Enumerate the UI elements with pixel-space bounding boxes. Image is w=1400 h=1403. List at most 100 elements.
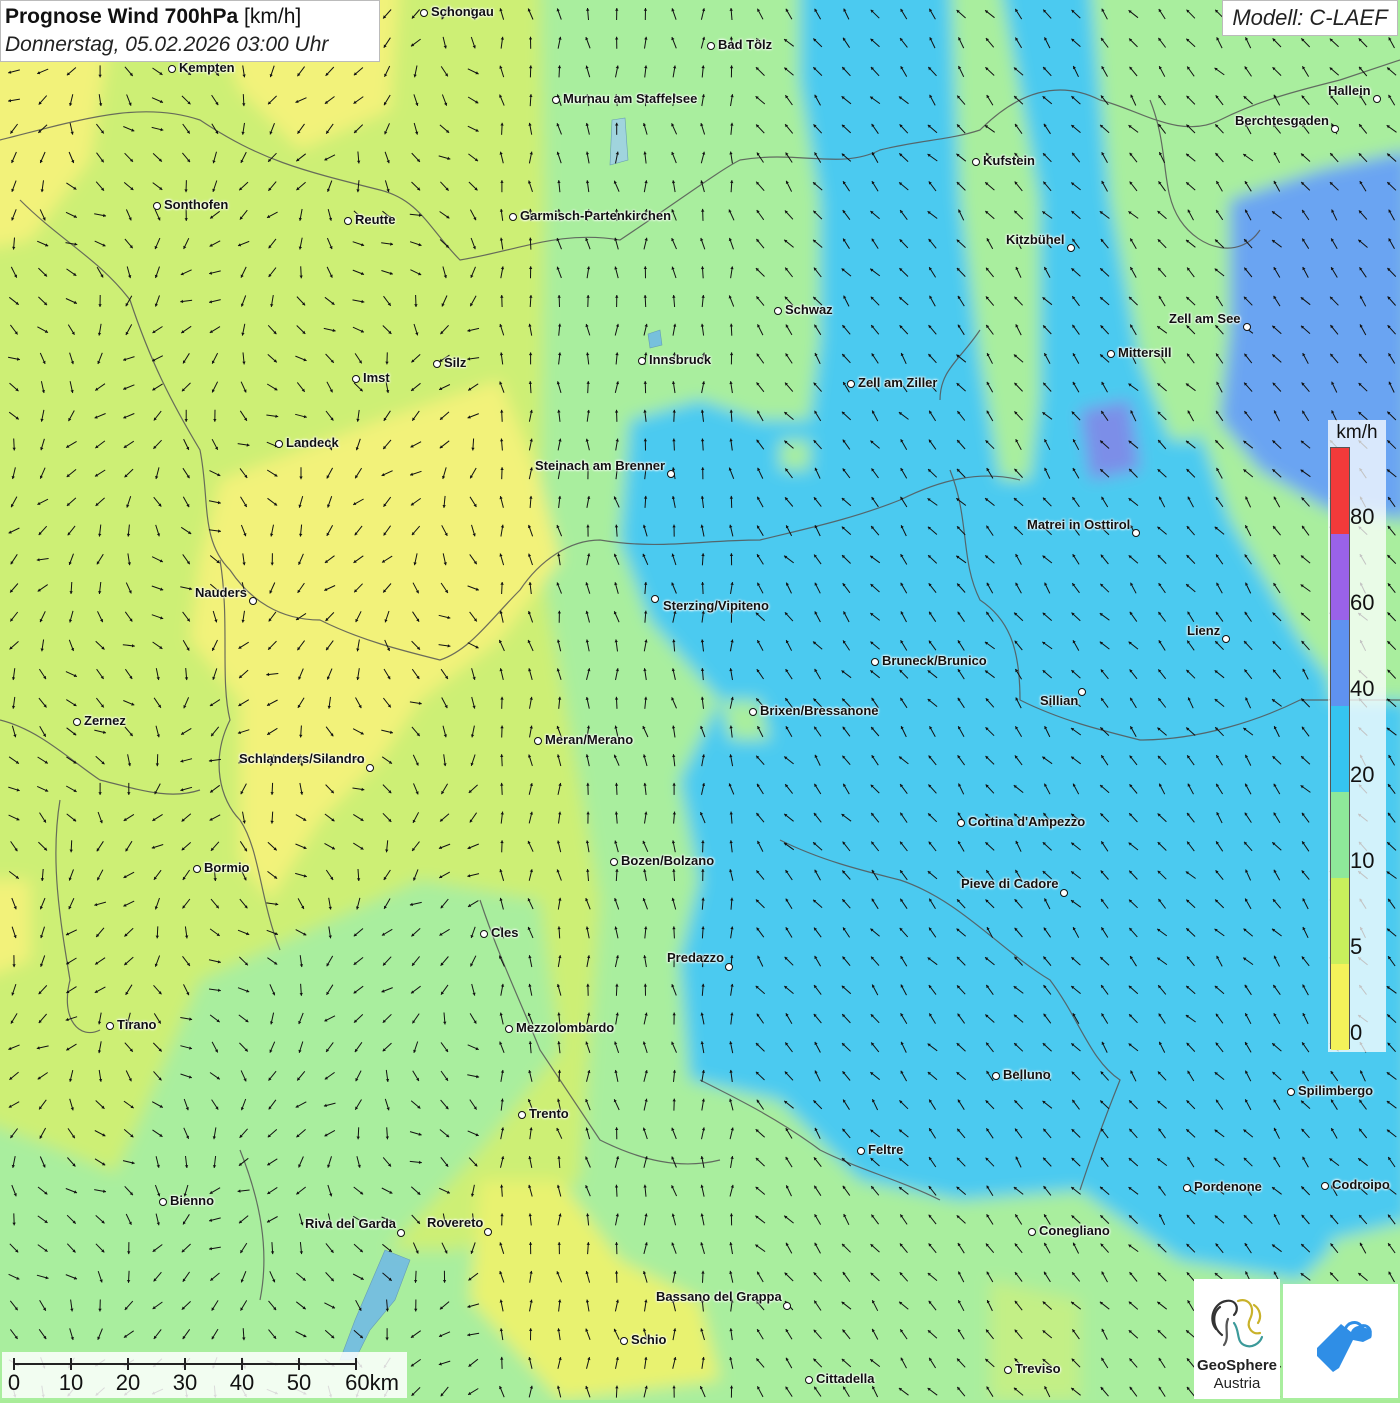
city-marker[interactable] <box>193 865 201 873</box>
legend-segment <box>1331 964 1349 1050</box>
city-label: Kufstein <box>983 153 1035 168</box>
city-marker[interactable] <box>725 963 733 971</box>
city-marker[interactable] <box>397 1229 405 1237</box>
city-label: Mittersill <box>1118 345 1171 360</box>
city-marker[interactable] <box>857 1147 865 1155</box>
city-marker[interactable] <box>1060 889 1068 897</box>
city-marker[interactable] <box>366 764 374 772</box>
city-marker[interactable] <box>805 1376 813 1384</box>
city-label: Cortina d'Ampezzo <box>968 814 1085 829</box>
city-label: Steinach am Brenner <box>535 458 665 473</box>
city-marker[interactable] <box>667 470 675 478</box>
city-marker[interactable] <box>249 597 257 605</box>
legend-label: 80 <box>1350 504 1374 530</box>
color-legend: km/h 806040201050 <box>1328 420 1386 1052</box>
city-marker[interactable] <box>168 65 176 73</box>
city-marker[interactable] <box>1373 95 1381 103</box>
city-label: Sonthofen <box>164 197 228 212</box>
legend-segment <box>1331 792 1349 878</box>
city-marker[interactable] <box>707 42 715 50</box>
city-marker[interactable] <box>433 360 441 368</box>
city-label: Matrei in Osttirol <box>1027 517 1130 532</box>
city-label: Berchtesgaden <box>1235 113 1329 128</box>
city-marker[interactable] <box>774 307 782 315</box>
city-marker[interactable] <box>534 737 542 745</box>
geosphere-logo[interactable]: GeoSphere Austria <box>1194 1279 1280 1399</box>
city-marker[interactable] <box>871 658 879 666</box>
city-marker[interactable] <box>159 1198 167 1206</box>
city-marker[interactable] <box>1287 1088 1295 1096</box>
model-label: Modell: C-LAEF <box>1222 0 1398 36</box>
city-label: Brixen/Bressanone <box>760 703 879 718</box>
title-bold: Prognose Wind 700hPa <box>5 5 238 28</box>
city-label: Belluno <box>1003 1067 1051 1082</box>
city-label: Bozen/Bolzano <box>621 853 714 868</box>
city-marker[interactable] <box>1004 1366 1012 1374</box>
geosphere-name: GeoSphere <box>1194 1357 1280 1374</box>
legend-label: 40 <box>1350 676 1374 702</box>
city-marker[interactable] <box>1132 529 1140 537</box>
city-marker[interactable] <box>651 595 659 603</box>
city-label: Lienz <box>1187 623 1220 638</box>
city-label: Kitzbühel <box>1006 232 1065 247</box>
city-marker[interactable] <box>847 380 855 388</box>
city-marker[interactable] <box>638 357 646 365</box>
legend-segment <box>1331 620 1349 706</box>
forecast-datetime: Donnerstag, 05.02.2026 03:00 Uhr <box>5 31 375 59</box>
scale-label: 0 <box>8 1370 20 1396</box>
city-label: Cittadella <box>816 1371 875 1386</box>
city-marker[interactable] <box>749 708 757 716</box>
city-label: Reutte <box>355 212 395 227</box>
city-label: Predazzo <box>667 950 724 965</box>
city-marker[interactable] <box>552 96 560 104</box>
legend-label: 0 <box>1350 1020 1362 1046</box>
scale-label: 40 <box>230 1370 254 1396</box>
city-marker[interactable] <box>1331 125 1339 133</box>
city-marker[interactable] <box>783 1302 791 1310</box>
city-marker[interactable] <box>480 930 488 938</box>
legend-segment <box>1331 448 1349 534</box>
scale-bar: 0102030405060km <box>2 1352 407 1398</box>
city-marker[interactable] <box>509 213 517 221</box>
scale-label: 20 <box>116 1370 140 1396</box>
city-marker[interactable] <box>1243 323 1251 331</box>
city-marker[interactable] <box>518 1111 526 1119</box>
city-marker[interactable] <box>1028 1228 1036 1236</box>
app-logo[interactable] <box>1283 1284 1398 1398</box>
city-marker[interactable] <box>1107 350 1115 358</box>
city-marker[interactable] <box>73 718 81 726</box>
city-marker[interactable] <box>1067 244 1075 252</box>
city-marker[interactable] <box>972 158 980 166</box>
city-marker[interactable] <box>420 9 428 17</box>
city-marker[interactable] <box>344 217 352 225</box>
city-marker[interactable] <box>153 202 161 210</box>
city-marker[interactable] <box>1321 1182 1329 1190</box>
city-label: Silz <box>444 355 466 370</box>
city-marker[interactable] <box>106 1022 114 1030</box>
city-marker[interactable] <box>620 1337 628 1345</box>
city-marker[interactable] <box>275 440 283 448</box>
scale-label: 10 <box>59 1370 83 1396</box>
map-title: Prognose Wind 700hPa [km/h] <box>5 3 375 31</box>
city-label: Sterzing/Vipiteno <box>663 598 769 613</box>
legend-unit: km/h <box>1328 422 1386 444</box>
city-label: Schlanders/Silandro <box>239 751 365 766</box>
city-marker[interactable] <box>992 1072 1000 1080</box>
city-label: Mezzolombardo <box>516 1020 614 1035</box>
city-label: Rovereto <box>427 1215 483 1230</box>
city-marker[interactable] <box>1183 1184 1191 1192</box>
city-marker[interactable] <box>352 375 360 383</box>
city-marker[interactable] <box>505 1025 513 1033</box>
legend-label: 60 <box>1350 590 1374 616</box>
city-marker[interactable] <box>957 819 965 827</box>
legend-segment <box>1331 534 1349 620</box>
city-marker[interactable] <box>1078 688 1086 696</box>
city-label: Trento <box>529 1106 569 1121</box>
city-marker[interactable] <box>1222 635 1230 643</box>
city-marker[interactable] <box>484 1228 492 1236</box>
city-label: Zell am Ziller <box>858 375 937 390</box>
city-label: Riva del Garda <box>305 1216 396 1231</box>
city-marker[interactable] <box>610 858 618 866</box>
city-label: Cles <box>491 925 518 940</box>
geosphere-logo-icon <box>1194 1279 1280 1359</box>
